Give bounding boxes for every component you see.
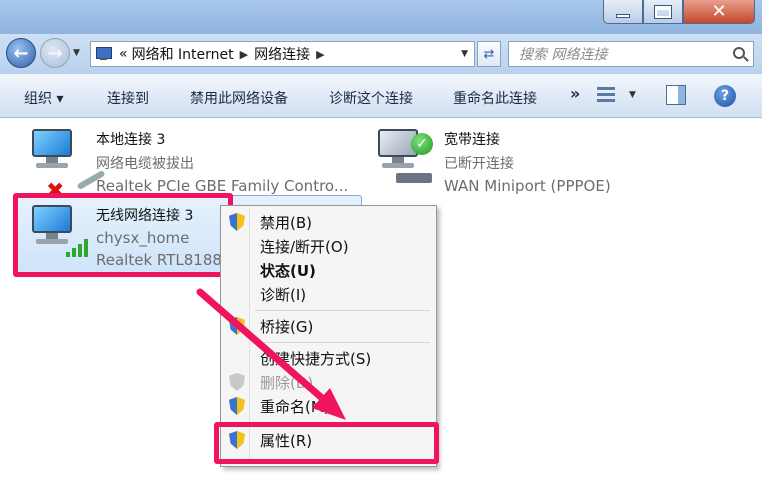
menu-item-label: 创建快捷方式(S): [260, 350, 372, 368]
command-bar: 组织 ▾ 连接到 禁用此网络设备 诊断这个连接 重命名此连接 » ▼ ?: [0, 74, 762, 118]
menu-item-bridge[interactable]: 桥接(G): [223, 314, 434, 338]
recent-pages-dropdown[interactable]: ▼: [73, 48, 80, 58]
change-view-icon[interactable]: [597, 86, 615, 104]
connection-item-broadband[interactable]: ✓ 宽带连接 已断开连接 WAN Miniport (PPPOE): [370, 125, 670, 195]
title-bar: ✕: [0, 0, 762, 34]
menu-separator: [255, 342, 430, 343]
menu-item-delete: 删除(D): [223, 370, 434, 394]
refresh-button[interactable]: ⇄: [477, 41, 501, 67]
address-dropdown-icon[interactable]: ▼: [461, 49, 468, 59]
connection-status: 网络电缆被拔出: [96, 156, 194, 172]
network-folder-icon: [95, 47, 113, 61]
connection-item-local[interactable]: ✖ 本地连接 3 网络电缆被拔出 Realtek PCIe GBE Family…: [24, 125, 364, 204]
menu-item-label: 重命名(M): [260, 398, 330, 416]
modem-icon: [396, 173, 432, 183]
menu-item-rename[interactable]: 重命名(M): [223, 394, 434, 418]
breadcrumb-chevron-icon[interactable]: ▶: [316, 48, 324, 61]
forward-button[interactable]: →: [40, 38, 70, 68]
close-icon: ✕: [711, 1, 727, 22]
connection-name: 本地连接 3: [96, 132, 166, 148]
breadcrumb-network-internet[interactable]: 网络和 Internet: [132, 44, 234, 64]
menu-separator: [255, 310, 430, 311]
search-input[interactable]: 搜索 网络连接: [508, 41, 754, 67]
menu-item-label: 状态(U): [260, 262, 316, 280]
organize-button[interactable]: 组织 ▾: [24, 88, 63, 108]
menu-item-create-shortcut[interactable]: 创建快捷方式(S): [223, 346, 434, 370]
menu-item-status[interactable]: 状态(U): [223, 258, 434, 282]
menu-item-label: 连接/断开(O): [260, 238, 349, 256]
search-placeholder: 搜索 网络连接: [519, 47, 608, 63]
refresh-icon: ⇄: [483, 46, 495, 62]
menu-item-label: 桥接(G): [260, 318, 314, 336]
address-bar[interactable]: « 网络和 Internet ▶ 网络连接 ▶ ▼: [90, 41, 475, 67]
connected-check-icon: ✓: [411, 133, 433, 155]
minimize-button[interactable]: [603, 0, 643, 24]
preview-pane-icon[interactable]: [666, 85, 686, 105]
more-commands-button[interactable]: »: [570, 84, 580, 103]
connect-to-button[interactable]: 连接到: [107, 88, 149, 108]
help-icon[interactable]: ?: [714, 85, 736, 107]
maximize-icon: [654, 4, 672, 19]
connection-status: 已断开连接: [444, 156, 514, 172]
address-overflow[interactable]: «: [119, 46, 128, 62]
menu-item-label: 诊断(I): [260, 286, 307, 304]
back-arrow-icon: ←: [13, 42, 29, 64]
menu-item-label: 删除(D): [260, 374, 314, 392]
back-button[interactable]: ←: [6, 38, 36, 68]
address-row: ← → ▼ « 网络和 Internet ▶ 网络连接 ▶ ▼ ⇄ 搜索 网络连…: [0, 34, 762, 74]
breadcrumb-chevron-icon[interactable]: ▶: [240, 48, 248, 61]
shield-icon: [229, 213, 245, 231]
shield-icon: [229, 317, 245, 335]
disable-device-button[interactable]: 禁用此网络设备: [190, 88, 288, 108]
forward-arrow-icon: →: [47, 42, 63, 64]
rename-connection-button[interactable]: 重命名此连接: [453, 88, 537, 108]
menu-item-diagnose[interactable]: 诊断(I): [223, 282, 434, 306]
minimize-icon: [616, 13, 630, 18]
search-icon[interactable]: [733, 47, 745, 59]
shield-icon: [229, 373, 245, 391]
close-button[interactable]: ✕: [683, 0, 755, 24]
annotation-highlight-wireless: [13, 193, 233, 277]
shield-icon: [229, 397, 245, 415]
view-dropdown-icon[interactable]: ▼: [629, 90, 636, 100]
connection-name: 宽带连接: [444, 132, 500, 148]
connection-adapter: WAN Miniport (PPPOE): [444, 177, 611, 195]
menu-item-connect-disconnect[interactable]: 连接/断开(O): [223, 234, 434, 258]
maximize-button[interactable]: [643, 0, 683, 24]
diagnose-connection-button[interactable]: 诊断这个连接: [329, 88, 413, 108]
menu-item-disable[interactable]: 禁用(B): [223, 210, 434, 234]
annotation-highlight-properties: [214, 422, 439, 464]
menu-item-label: 禁用(B): [260, 214, 312, 232]
breadcrumb-network-connections[interactable]: 网络连接: [254, 44, 310, 64]
wired-network-icon: [24, 125, 80, 179]
